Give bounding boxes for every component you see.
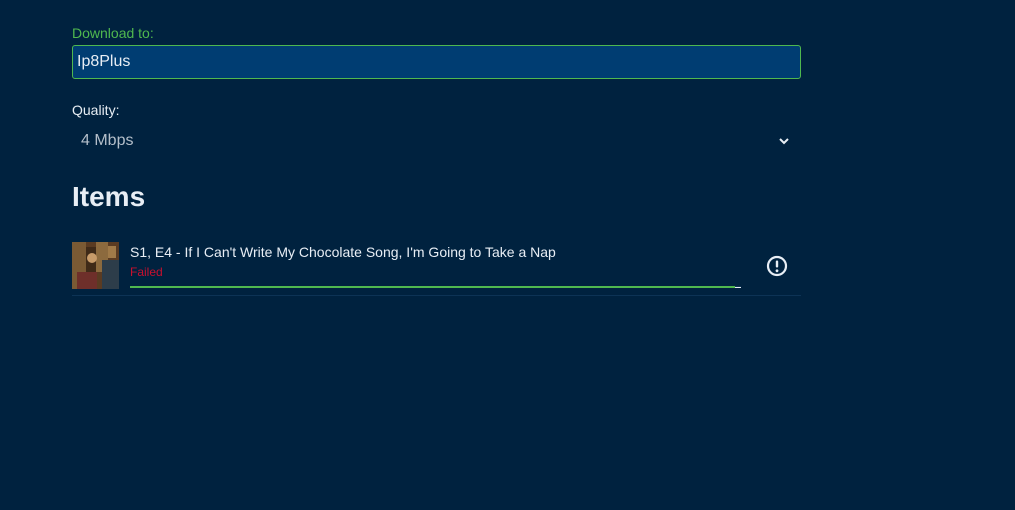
item-progress-fill xyxy=(130,286,735,288)
episode-thumbnail xyxy=(72,242,119,289)
quality-selected-value: 4 Mbps xyxy=(81,132,134,149)
quality-select[interactable]: 4 Mbps xyxy=(72,126,801,156)
list-item[interactable]: S1, E4 - If I Can't Write My Chocolate S… xyxy=(72,241,801,296)
quality-label: Quality: xyxy=(72,102,120,118)
item-status: Failed xyxy=(130,265,163,279)
sync-page: Download to: Quality: 4 Mbps Items S1, E… xyxy=(0,0,1015,510)
error-icon[interactable] xyxy=(765,254,789,278)
item-progress-bar xyxy=(130,286,741,288)
chevron-down-icon xyxy=(779,138,789,145)
item-title: S1, E4 - If I Can't Write My Chocolate S… xyxy=(130,244,556,260)
download-target-input[interactable] xyxy=(72,45,801,79)
item-progress-end xyxy=(735,287,741,288)
download-to-label: Download to: xyxy=(72,25,154,41)
items-heading: Items xyxy=(72,181,146,212)
